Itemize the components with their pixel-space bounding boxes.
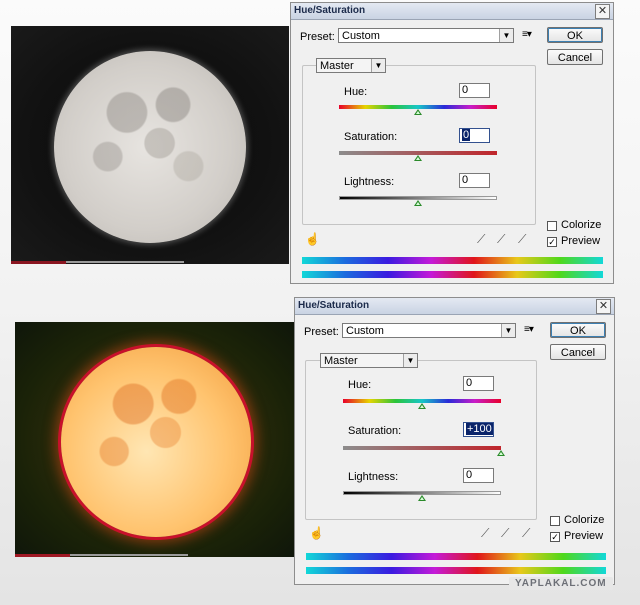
dialog-title: Hue/Saturation <box>294 5 366 16</box>
preset-value: Custom <box>342 30 380 42</box>
hue-input[interactable]: 0 <box>459 83 490 98</box>
lightness-slider-thumb[interactable] <box>418 495 426 501</box>
lightness-label: Lightness: <box>348 471 399 483</box>
dialog-titlebar: Hue/Saturation ✕ <box>291 3 613 20</box>
cancel-button[interactable]: Cancel <box>547 49 603 65</box>
chevron-down-icon: ▼ <box>371 59 385 72</box>
dialog-title: Hue/Saturation <box>298 300 370 311</box>
preview-checkbox[interactable]: ✓ <box>550 532 560 542</box>
output-color-bar <box>306 567 606 574</box>
preview-label: Preview <box>561 235 601 247</box>
moon-original <box>54 51 246 243</box>
colorize-checkbox[interactable] <box>547 221 557 231</box>
channel-select[interactable]: Master ▼ <box>316 58 386 73</box>
moon-saturated <box>61 347 251 537</box>
hue-saturation-dialog-1: Hue/Saturation ✕ Preset: Custom ▼ ≡▾ OK … <box>290 2 614 284</box>
hand-adjust-icon[interactable]: ☝ <box>305 232 320 246</box>
colorize-checkbox[interactable] <box>550 516 560 526</box>
preset-select[interactable]: Custom ▼ <box>342 323 516 338</box>
preset-options-icon[interactable]: ≡▾ <box>522 29 532 40</box>
output-color-bar <box>302 271 603 278</box>
saturation-label: Saturation: <box>344 131 398 143</box>
image-progress-red <box>15 554 70 557</box>
preset-select[interactable]: Custom ▼ <box>338 28 514 43</box>
colorize-label: Colorize <box>564 514 605 526</box>
hue-slider-thumb[interactable] <box>418 403 426 409</box>
watermark-logo: YAPLAKAL.COM <box>509 577 613 590</box>
saturation-value: +100 <box>466 423 493 435</box>
saturation-input[interactable]: +100 <box>463 422 494 437</box>
saturation-input[interactable]: 0 <box>459 128 490 143</box>
channel-value: Master <box>324 355 358 367</box>
eyedropper-plus-icon[interactable]: ⟋ <box>497 232 505 247</box>
image-progress-gray <box>70 554 188 556</box>
moon-photo-saturated <box>15 322 294 557</box>
channel-value: Master <box>320 60 354 72</box>
input-color-bar <box>306 553 606 560</box>
chevron-down-icon: ▼ <box>501 324 515 337</box>
ok-button[interactable]: OK <box>550 322 606 338</box>
saturation-slider-thumb[interactable] <box>497 450 505 456</box>
preset-label: Preset: <box>300 31 335 43</box>
preset-value: Custom <box>346 325 384 337</box>
input-color-bar <box>302 257 603 264</box>
preview-label: Preview <box>564 530 604 542</box>
ok-button[interactable]: OK <box>547 27 603 43</box>
lightness-input[interactable]: 0 <box>463 468 494 483</box>
lightness-label: Lightness: <box>344 176 395 188</box>
colorize-label: Colorize <box>561 219 602 231</box>
image-progress-red <box>11 261 66 264</box>
hue-label: Hue: <box>344 86 368 98</box>
moon-photo-original <box>11 26 289 264</box>
saturation-slider-thumb[interactable] <box>414 155 422 161</box>
close-button[interactable]: ✕ <box>596 299 611 314</box>
image-progress-gray <box>66 261 184 263</box>
hue-input[interactable]: 0 <box>463 376 494 391</box>
eyedropper-plus-icon[interactable]: ⟋ <box>501 526 509 541</box>
dialog-titlebar: Hue/Saturation ✕ <box>295 298 614 315</box>
eyedropper-minus-icon[interactable]: ⟋ <box>522 526 530 541</box>
chevron-down-icon: ▼ <box>403 354 417 367</box>
hue-slider-thumb[interactable] <box>414 109 422 115</box>
hue-label: Hue: <box>348 379 372 391</box>
preset-options-icon[interactable]: ≡▾ <box>524 324 534 335</box>
saturation-label: Saturation: <box>348 425 402 437</box>
lightness-slider-thumb[interactable] <box>414 200 422 206</box>
eyedropper-icon[interactable]: ⟋ <box>477 232 485 247</box>
chevron-down-icon: ▼ <box>499 29 513 42</box>
preview-checkbox[interactable]: ✓ <box>547 237 557 247</box>
eyedropper-minus-icon[interactable]: ⟋ <box>518 232 526 247</box>
saturation-value: 0 <box>462 129 471 141</box>
eyedropper-icon[interactable]: ⟋ <box>481 526 489 541</box>
hand-adjust-icon[interactable]: ☝ <box>309 526 324 540</box>
cancel-button[interactable]: Cancel <box>550 344 606 360</box>
preset-label: Preset: <box>304 326 339 338</box>
saturation-slider[interactable] <box>343 446 501 450</box>
lightness-input[interactable]: 0 <box>459 173 490 188</box>
channel-select[interactable]: Master ▼ <box>320 353 418 368</box>
hue-saturation-dialog-2: Hue/Saturation ✕ Preset: Custom ▼ ≡▾ OK … <box>294 297 615 585</box>
close-button[interactable]: ✕ <box>595 4 610 19</box>
